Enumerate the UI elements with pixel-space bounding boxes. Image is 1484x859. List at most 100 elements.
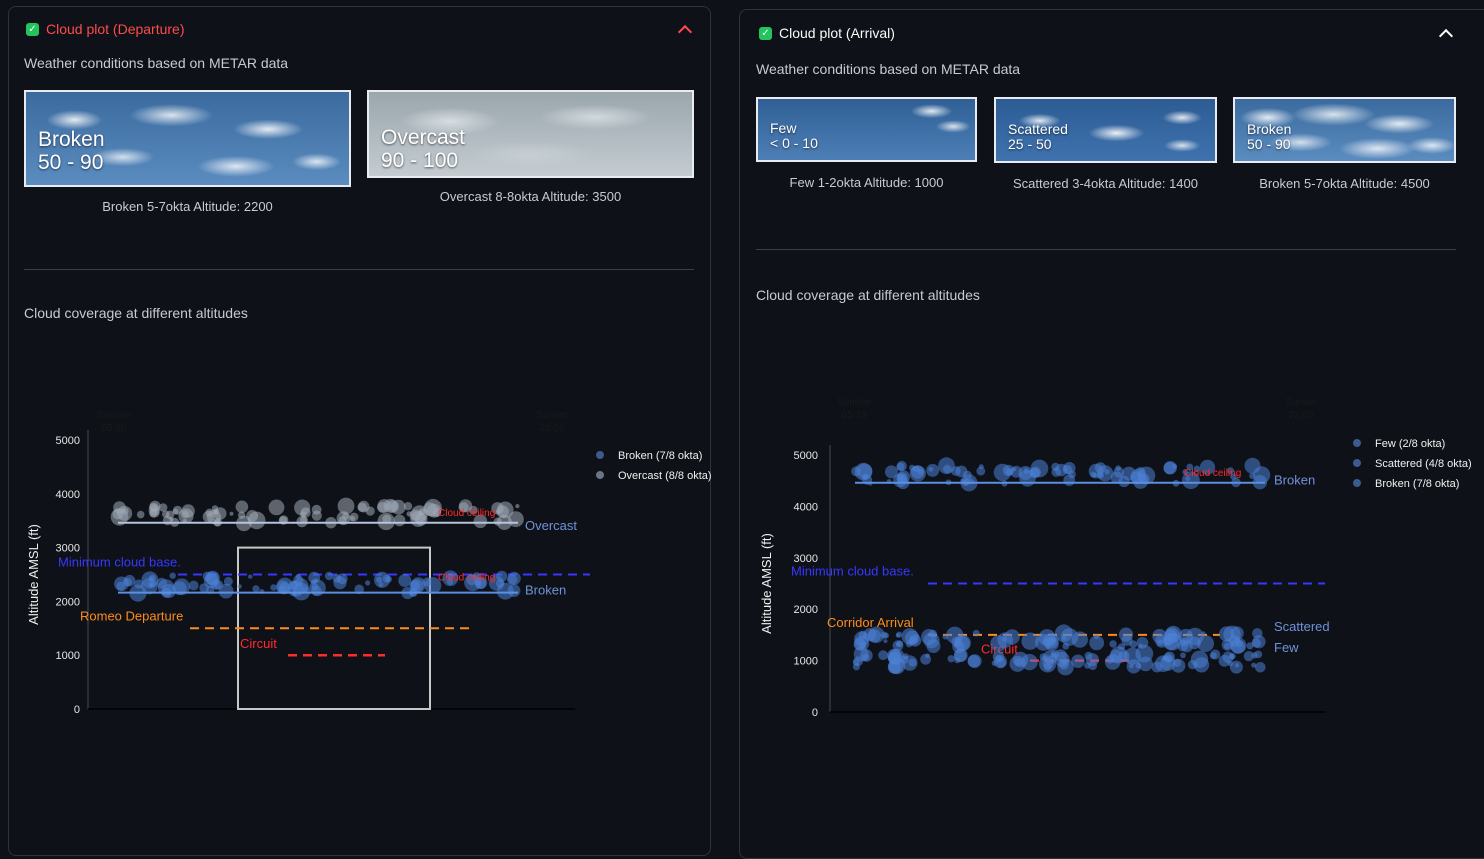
y-tick-label: 4000 <box>794 501 818 513</box>
cloud-point <box>1230 639 1245 654</box>
reference-label: Minimum cloud base. <box>58 555 181 570</box>
y-tick-label: 2000 <box>56 596 80 608</box>
image-caption: Scattered 3-4okta Altitude: 1400 <box>1012 176 1198 191</box>
cloud-point <box>365 580 371 586</box>
sun-time: 22:00 <box>539 423 564 434</box>
cloud-point <box>1126 659 1141 674</box>
cloud-point <box>515 504 520 509</box>
cloud-point <box>386 500 399 513</box>
cloud-point <box>860 649 873 662</box>
y-tick-label: 0 <box>74 704 80 716</box>
cloud-point <box>333 576 347 590</box>
cloud-point <box>324 571 334 581</box>
cloud-point <box>1115 465 1121 471</box>
cloud-point <box>1109 640 1117 648</box>
cloud-point <box>1155 634 1169 648</box>
departure-title: Cloud plot (Departure) <box>46 21 185 37</box>
cloud-point <box>349 512 359 522</box>
cloud-point <box>942 634 949 640</box>
cloud-layer-label: Few <box>1274 640 1299 655</box>
cloud-point <box>1210 649 1221 660</box>
cloud-point <box>1151 661 1163 673</box>
cloud-point <box>1039 653 1047 661</box>
cloud-point <box>967 654 981 668</box>
cloud-point <box>920 653 931 665</box>
cloud-point <box>1253 466 1271 484</box>
cloud-point <box>1089 635 1105 651</box>
y-tick-label: 0 <box>812 707 818 719</box>
cloud-point <box>897 470 910 484</box>
cloud-point <box>148 574 156 582</box>
cloud-point <box>270 584 277 591</box>
y-tick-label: 5000 <box>794 450 818 462</box>
image-caption: Broken 5-7okta Altitude: 2200 <box>102 199 273 214</box>
sun-time: 05:23 <box>841 410 866 421</box>
cloud-point <box>1243 651 1254 662</box>
cloud-point <box>851 466 861 477</box>
check-icon: ✓ <box>26 22 39 36</box>
cloud-point <box>148 581 156 588</box>
legend-label: Broken (7/8 okta) <box>1375 478 1459 490</box>
cloud-point <box>149 500 161 512</box>
cloud-point <box>497 501 514 519</box>
departure-expander-header[interactable]: ✓ Cloud plot (Departure) <box>26 21 185 37</box>
legend-marker <box>596 451 604 459</box>
cloud-point <box>202 510 215 523</box>
broken-cloud-image: Broken 50 - 90 <box>24 90 351 187</box>
cloud-point <box>311 510 322 521</box>
cloud-layer-label: Broken <box>1274 473 1315 488</box>
y-tick-label: 3000 <box>56 543 80 555</box>
cloud-point <box>365 506 375 516</box>
cloud-point <box>1229 653 1236 660</box>
image-range: < 0 - 10 <box>770 135 818 152</box>
cloud-point <box>248 574 253 579</box>
cloud-point <box>1172 463 1178 469</box>
arrival-cloud-chart: 010002000300040005000Altitude AMSL (ft)S… <box>759 397 1472 719</box>
cloud-point <box>978 464 984 470</box>
y-tick-label: 1000 <box>794 656 818 668</box>
sun-time: 05:20 <box>101 423 126 434</box>
cloud-point <box>1187 659 1198 670</box>
departure-subtitle: Weather conditions based on METAR data <box>24 55 289 71</box>
cloud-point <box>908 658 917 667</box>
sun-label: Sunrise <box>837 397 871 408</box>
image-label: Broken <box>38 128 105 151</box>
cloud-point <box>1179 637 1189 647</box>
sun-label: Sunset <box>536 410 567 421</box>
cloud-point <box>1094 462 1106 474</box>
cloud-point <box>211 505 219 512</box>
image-range: 50 - 90 <box>38 151 104 175</box>
legend-marker <box>1353 459 1361 467</box>
cloud-point <box>972 629 980 637</box>
divider <box>756 249 1456 250</box>
y-tick-label: 5000 <box>56 435 80 447</box>
cloud-point <box>1010 465 1023 478</box>
image-caption: Few 1-2okta Altitude: 1000 <box>789 175 944 190</box>
cloud-point <box>1118 475 1130 488</box>
cloud-point <box>1021 653 1038 671</box>
image-caption: Overcast 8-8okta Altitude: 3500 <box>439 189 622 204</box>
scattered-cloud-image: Scattered 25 - 50 <box>994 97 1217 163</box>
cloud-point <box>951 636 962 648</box>
cloud-point <box>1163 651 1175 663</box>
image-caption: Broken 5-7okta Altitude: 4500 <box>1259 176 1430 191</box>
cloud-point <box>496 509 500 514</box>
sun-label: Sunrise <box>97 410 131 421</box>
cloud-layer-label: Broken <box>525 583 566 598</box>
cloud-point <box>1136 636 1149 649</box>
cloud-point <box>947 655 955 663</box>
cloud-point <box>311 583 319 591</box>
arrival-section-title: Cloud coverage at different altitudes <box>756 287 980 303</box>
legend-marker <box>596 471 604 479</box>
cloud-point <box>122 507 129 515</box>
cloud-point <box>123 574 136 587</box>
sun-label: Sunset <box>1285 397 1316 408</box>
image-label: Scattered <box>1008 121 1068 137</box>
cloud-point <box>136 510 145 519</box>
cloud-ceiling-label: Cloud ceiling <box>438 508 495 519</box>
cloud-point <box>883 639 888 644</box>
cloud-point <box>393 514 406 527</box>
image-label: Few <box>770 120 797 136</box>
legend-marker <box>1353 479 1361 487</box>
arrival-expander-header[interactable]: ✓ Cloud plot (Arrival) <box>759 25 895 41</box>
